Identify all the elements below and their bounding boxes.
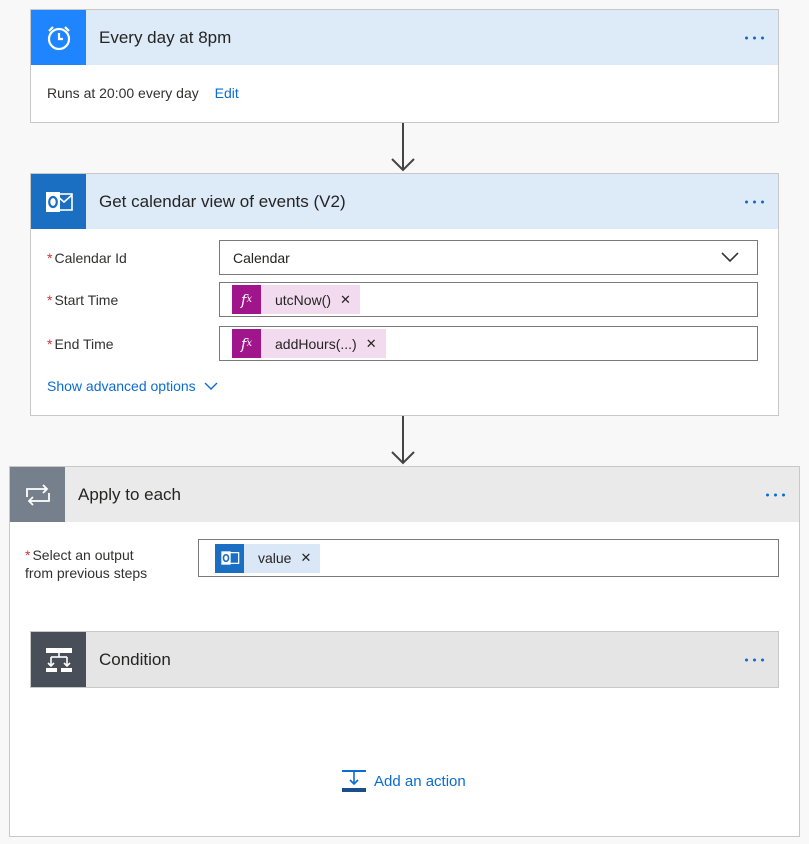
advanced-label: Show advanced options — [47, 378, 196, 394]
alarm-clock-icon — [31, 10, 86, 65]
arrow-down-icon — [391, 123, 415, 172]
start-time-input[interactable]: fx utcNow() ✕ — [219, 282, 758, 317]
select-output-input[interactable]: value ✕ — [198, 539, 779, 577]
flow-canvas: Every day at 8pm Runs at 20:00 every day… — [0, 0, 809, 844]
token-text: value — [258, 550, 292, 566]
token-text: addHours(...) — [275, 335, 357, 352]
calendar-id-value: Calendar — [233, 249, 290, 266]
end-time-row: * End Time fx addHours(...) ✕ — [47, 326, 758, 361]
outlook-icon — [215, 543, 244, 573]
remove-token-button[interactable]: ✕ — [366, 336, 377, 352]
fx-icon: fx — [232, 329, 261, 358]
condition-more-button[interactable] — [745, 658, 764, 661]
condition-card: Condition — [30, 631, 779, 688]
fx-icon: fx — [232, 285, 261, 314]
dynamic-content-token[interactable]: value ✕ — [215, 543, 321, 573]
condition-title: Condition — [99, 649, 171, 669]
token-text: utcNow() — [275, 291, 332, 308]
show-advanced-options-link[interactable]: Show advanced options — [47, 378, 218, 394]
end-time-label: * End Time — [47, 335, 114, 352]
expression-token[interactable]: fx utcNow() ✕ — [232, 285, 360, 314]
trigger-card-header[interactable]: Every day at 8pm — [31, 10, 778, 65]
arrow-down-icon — [391, 416, 415, 465]
condition-icon — [31, 632, 86, 687]
calendar-id-row: * Calendar Id Calendar — [47, 240, 758, 275]
remove-token-button[interactable]: ✕ — [340, 292, 351, 308]
trigger-body: Runs at 20:00 every day Edit — [31, 65, 778, 121]
end-time-input[interactable]: fx addHours(...) ✕ — [219, 326, 758, 361]
outlook-more-button[interactable] — [745, 200, 764, 203]
add-action-label: Add an action — [374, 772, 466, 790]
remove-token-button[interactable]: ✕ — [300, 550, 311, 566]
chevron-down-icon — [721, 252, 739, 263]
calendar-id-select[interactable]: Calendar — [219, 240, 758, 275]
trigger-description: Runs at 20:00 every day — [47, 85, 199, 101]
add-action-icon — [342, 770, 366, 792]
add-an-action-button[interactable]: Add an action — [341, 769, 466, 793]
calendar-id-label: * Calendar Id — [47, 249, 127, 266]
trigger-card: Every day at 8pm Runs at 20:00 every day… — [30, 9, 779, 123]
trigger-title: Every day at 8pm — [99, 27, 232, 47]
start-time-label: * Start Time — [47, 291, 119, 308]
outlook-icon — [31, 174, 86, 229]
condition-card-header[interactable]: Condition — [31, 632, 778, 687]
apply-card-header[interactable]: Apply to each — [10, 467, 799, 522]
select-output-row: * Select an output from previous steps va… — [25, 539, 779, 582]
apply-to-each-card: Apply to each * Select an output from pre… — [9, 466, 800, 837]
outlook-title: Get calendar view of events (V2) — [99, 191, 346, 211]
trigger-edit-link[interactable]: Edit — [215, 85, 239, 101]
start-time-row: * Start Time fx utcNow() ✕ — [47, 282, 758, 317]
outlook-card: Get calendar view of events (V2) * Calend… — [30, 173, 779, 416]
trigger-more-button[interactable] — [745, 36, 764, 39]
expression-token[interactable]: fx addHours(...) ✕ — [232, 329, 386, 358]
select-output-label: * Select an output from previous steps — [25, 547, 148, 581]
loop-icon — [10, 467, 65, 522]
apply-more-button[interactable] — [766, 493, 785, 496]
apply-title: Apply to each — [78, 484, 182, 504]
outlook-card-header[interactable]: Get calendar view of events (V2) — [31, 174, 778, 229]
chevron-down-icon — [204, 382, 218, 390]
